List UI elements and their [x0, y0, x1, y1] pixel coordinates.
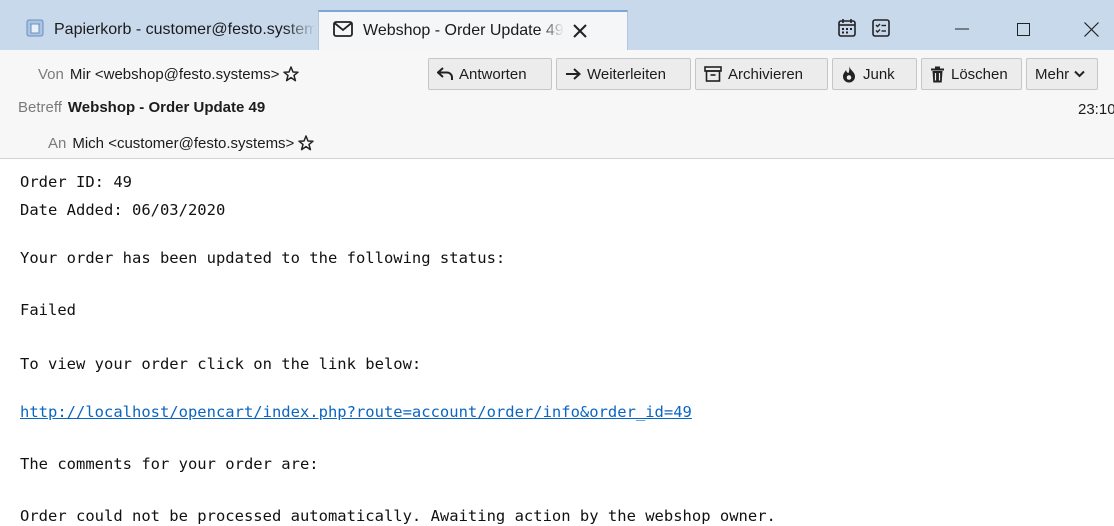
tab-bar: Papierkorb - customer@festo.systems Webs…: [0, 0, 1114, 50]
message-toolbar: Antworten Weiterleiten Archivieren Junk …: [428, 58, 1098, 90]
tab-label: Papierkorb - customer@festo.systems: [54, 21, 316, 38]
maximize-icon[interactable]: [1000, 10, 1046, 48]
tab-label: Webshop - Order Update 49: [363, 22, 564, 39]
delete-label: Löschen: [951, 65, 1008, 83]
subject-label: Betreff: [18, 98, 62, 116]
forward-arrow-icon: [566, 68, 581, 80]
reply-button[interactable]: Antworten: [428, 58, 552, 90]
star-icon[interactable]: [283, 66, 300, 82]
order-id-line: Order ID: 49: [20, 173, 132, 191]
comment-line: Order could not be processed automatical…: [20, 507, 776, 525]
status-line: Failed: [20, 301, 76, 319]
flame-icon: [843, 66, 855, 83]
more-button[interactable]: Mehr: [1026, 58, 1098, 90]
minimize-icon[interactable]: [939, 10, 985, 48]
close-tab-icon[interactable]: [570, 21, 590, 41]
comments-intro-line: The comments for your order are:: [20, 455, 319, 473]
reply-label: Antworten: [459, 65, 527, 83]
forward-label: Weiterleiten: [587, 65, 666, 83]
forward-button[interactable]: Weiterleiten: [556, 58, 691, 90]
trash-folder-icon: [26, 19, 44, 42]
from-label: Von: [38, 65, 64, 83]
envelope-icon: [333, 20, 353, 42]
delete-button[interactable]: Löschen: [921, 58, 1022, 90]
subject-value: Webshop - Order Update 49: [67, 98, 266, 116]
to-row: An Mich <customer@festo.systems>: [48, 130, 315, 156]
more-label: Mehr: [1035, 65, 1070, 83]
trash-icon: [931, 66, 944, 82]
tab-order-update[interactable]: Webshop - Order Update 49: [318, 10, 628, 50]
link-intro-line: To view your order click on the link bel…: [20, 355, 422, 373]
message-time: 23:10: [1078, 101, 1114, 118]
message-header: Von Mir <webshop@festo.systems> Antworte…: [0, 50, 1114, 159]
close-window-icon[interactable]: [1068, 10, 1114, 48]
junk-label: Junk: [863, 65, 895, 83]
subject-row: Betreff Webshop - Order Update 49: [18, 94, 265, 120]
date-added-line: Date Added: 06/03/2020: [20, 201, 226, 219]
archive-icon: [704, 66, 722, 82]
archive-button[interactable]: Archivieren: [695, 58, 828, 90]
tasks-icon[interactable]: [869, 16, 893, 40]
junk-button[interactable]: Junk: [832, 58, 917, 90]
from-value[interactable]: Mir <webshop@festo.systems>: [70, 66, 279, 83]
chevron-down-icon: [1074, 70, 1085, 78]
calendar-icon[interactable]: [835, 16, 859, 40]
to-value[interactable]: Mich <customer@festo.systems>: [72, 135, 294, 152]
archive-label: Archivieren: [728, 65, 804, 83]
order-link[interactable]: http://localhost/opencart/index.php?rout…: [20, 402, 692, 422]
from-row: Von Mir <webshop@festo.systems>: [38, 61, 300, 87]
reply-icon: [437, 67, 453, 80]
tab-trash-folder[interactable]: Papierkorb - customer@festo.systems: [12, 10, 316, 50]
to-label: An: [48, 134, 67, 152]
status-intro-line: Your order has been updated to the follo…: [20, 249, 506, 267]
star-icon[interactable]: [298, 135, 315, 151]
